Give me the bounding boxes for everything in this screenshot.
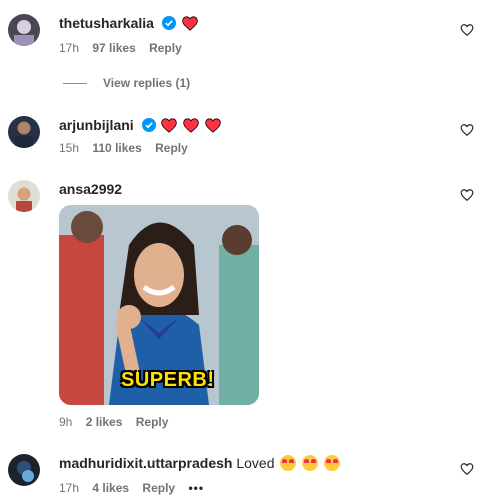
reply-button[interactable]: Reply — [142, 481, 175, 495]
reply-button[interactable]: Reply — [136, 415, 169, 429]
heart-eyes-emoji-icon — [324, 455, 341, 471]
reply-button[interactable]: Reply — [149, 41, 182, 55]
heart-eyes-emoji-icon — [280, 455, 297, 471]
red-heart-icon — [183, 118, 200, 133]
likes-count[interactable]: 110 likes — [92, 141, 141, 155]
view-replies-button[interactable]: View replies (1) — [63, 76, 190, 90]
like-heart-icon[interactable] — [460, 23, 474, 37]
comment-text: Loved — [236, 455, 275, 471]
username[interactable]: arjunbijlani — [59, 117, 134, 133]
comment-time: 17h — [59, 481, 80, 495]
likes-count[interactable]: 2 likes — [86, 415, 123, 429]
like-heart-icon[interactable] — [460, 188, 474, 202]
divider — [63, 83, 87, 85]
username[interactable]: ansa2992 — [59, 181, 122, 197]
red-heart-icon — [181, 16, 198, 31]
username[interactable]: thetusharkalia — [59, 15, 154, 31]
red-heart-icon — [161, 118, 178, 133]
likes-count[interactable]: 97 likes — [92, 41, 135, 55]
comment-time: 17h — [59, 41, 80, 55]
like-heart-icon[interactable] — [460, 123, 474, 137]
heart-eyes-emoji-icon — [302, 455, 319, 471]
reply-button[interactable]: Reply — [155, 141, 188, 155]
like-heart-icon[interactable] — [460, 462, 474, 476]
gif-image[interactable]: SUPERB! — [59, 205, 259, 405]
avatar[interactable] — [8, 180, 40, 212]
avatar[interactable] — [8, 14, 40, 46]
likes-count[interactable]: 4 likes — [92, 481, 129, 495]
gif-caption: SUPERB! — [121, 369, 215, 391]
comment-time: 9h — [59, 415, 73, 429]
more-options-icon[interactable]: ••• — [188, 481, 204, 495]
verified-badge-icon — [161, 16, 176, 30]
view-replies-label: View replies (1) — [103, 76, 191, 90]
avatar[interactable] — [8, 454, 40, 486]
username[interactable]: madhuridixit.uttarpradesh — [59, 455, 232, 471]
red-heart-icon — [205, 118, 221, 133]
comment-time: 15h — [59, 141, 80, 155]
verified-badge-icon — [141, 118, 156, 132]
avatar[interactable] — [8, 116, 40, 148]
